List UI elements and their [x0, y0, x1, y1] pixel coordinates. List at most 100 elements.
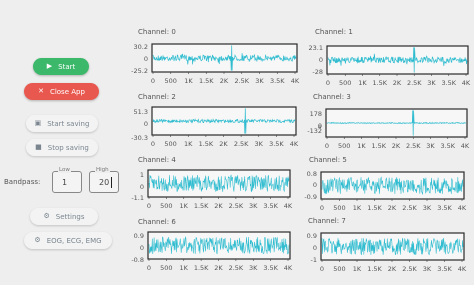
channel-2-x-tick-label: 3K — [255, 140, 264, 148]
channel-plots: Channel: 030.20-25.20 500 1K 1.5K 2K 2.5K 3K 3.… — [131, 28, 471, 273]
channel-0-x-tick-label: 1.5K — [199, 77, 214, 85]
channel-2-y-tick-label: 51.3 — [134, 108, 148, 116]
channel-3-x-tick-label: 3.5K — [440, 142, 455, 150]
channel-3-x-tick-label: 4K — [461, 142, 470, 150]
channel-5-x-tick-label: 2K — [388, 204, 397, 212]
channel-4-y-tick-label: -1.1 — [131, 194, 144, 202]
channel-1-x-tick-label: 3K — [427, 79, 436, 87]
channel-3-title: Channel: 3 — [313, 93, 351, 101]
channel-1-title: Channel: 1 — [315, 28, 353, 36]
channel-1-x-tick-label: 3.5K — [441, 79, 456, 87]
channel-7-x-tick-label: 1K — [353, 265, 362, 273]
channel-0-y-tick-label: 30.2 — [134, 43, 148, 51]
channel-4-x-tick-label: 1.5K — [194, 202, 209, 210]
channel-5-x-tick-label: 2.5K — [402, 204, 417, 212]
channel-2-x-tick-label: 1K — [184, 140, 193, 148]
channel-4-x-tick-label: 500 — [160, 202, 172, 210]
channel-6-title: Channel: 6 — [138, 218, 176, 226]
channel-0-x-tick-label: 1K — [184, 77, 193, 85]
channel-2-title: Channel: 2 — [138, 93, 176, 101]
channel-5-x-tick-label: 0 — [320, 204, 324, 212]
channel-7-title: Channel: 7 — [308, 217, 346, 225]
channel-1-x-tick-label: 500 — [339, 79, 351, 87]
channel-7-x-tick-label: 2.5K — [402, 265, 417, 273]
channel-1-y-tick-label: 23.1 — [309, 44, 323, 52]
channel-7-x-tick-label: 3.5K — [437, 265, 452, 273]
channel-5-x-tick-label: 500 — [333, 204, 345, 212]
channel-2-x-tick-label: 500 — [164, 140, 176, 148]
channel-6-x-tick-label: 0 — [147, 264, 151, 272]
channel-1-x-tick-label: 1K — [358, 79, 367, 87]
channel-0-x-tick-label: 2K — [220, 77, 229, 85]
channel-6-x-tick-label: 1K — [180, 264, 189, 272]
channel-0-x-tick-label: 3.5K — [270, 77, 285, 85]
channel-0-x-tick-label: 2.5K — [234, 77, 249, 85]
channel-6-x-tick-label: 1.5K — [194, 264, 209, 272]
channel-0-x-tick-label: 4K — [291, 77, 300, 85]
channel-4-x-tick-label: 3.5K — [263, 202, 278, 210]
channel-2-y-tick-label: -30.3 — [131, 134, 148, 142]
channel-5-x-tick-label: 1K — [353, 204, 362, 212]
channel-3-y-tick-label: 178 — [310, 110, 322, 118]
channel-3-x-tick-label: 1.5K — [371, 142, 386, 150]
channel-7-y-tick-label: 0 — [313, 244, 317, 252]
channel-7-x-tick-label: 500 — [333, 265, 345, 273]
channel-1-x-tick-label: 0 — [326, 79, 330, 87]
channel-1-x-tick-label: 2K — [393, 79, 402, 87]
channel-2-x-tick-label: 2.5K — [234, 140, 249, 148]
channel-5-y-tick-label: 0 — [313, 181, 317, 189]
channel-6-y-tick-label: 0.9 — [134, 232, 144, 240]
channel-7-y-tick-label: 0.9 — [307, 232, 317, 240]
channel-2-y-tick-label: 0 — [144, 120, 148, 128]
channel-5-x-tick-label: 4K — [458, 204, 467, 212]
channel-3-x-tick-label: 500 — [338, 142, 350, 150]
channel-0-x-tick-label: 0 — [151, 77, 155, 85]
channel-4-x-tick-label: 0 — [147, 202, 151, 210]
channel-6-x-tick-label: 2K — [214, 264, 223, 272]
channel-1-x-tick-label: 2.5K — [407, 79, 422, 87]
channel-7-y-tick-label: -1 — [311, 256, 317, 264]
channel-2-x-tick-label: 2K — [219, 140, 228, 148]
channel-3-x-tick-label: 2.5K — [406, 142, 421, 150]
channel-1-y-tick-label: -28 — [312, 68, 323, 76]
channel-4-y-tick-label: 1 — [140, 171, 144, 179]
channel-7-x-tick-label: 4K — [458, 265, 467, 273]
channel-6-x-tick-label: 3K — [249, 264, 258, 272]
channel-0-x-tick-label: 500 — [165, 77, 177, 85]
channel-2-x-tick-label: 1.5K — [199, 140, 214, 148]
channel-4-x-tick-label: 2K — [214, 202, 223, 210]
channel-7-x-tick-label: 0 — [320, 265, 324, 273]
channel-6-x-tick-label: 500 — [160, 264, 172, 272]
channel-6-y-tick-label: -0.8 — [131, 256, 144, 264]
channel-7-x-tick-label: 1.5K — [367, 265, 382, 273]
channel-7-x-tick-label: 3K — [423, 265, 432, 273]
channel-1-x-tick-label: 4K — [462, 79, 471, 87]
channel-0-x-tick-label: 3K — [255, 77, 264, 85]
channel-3-x-tick-label: 2K — [392, 142, 401, 150]
channel-5-x-tick-label: 1.5K — [367, 204, 382, 212]
channel-1-y-tick-label: 0 — [319, 56, 323, 64]
channel-3-x-tick-label: 3K — [426, 142, 435, 150]
channel-7-x-tick-label: 2K — [388, 265, 397, 273]
channel-2-x-tick-label: 0 — [151, 140, 155, 148]
channel-2-x-tick-label: 3.5K — [269, 140, 284, 148]
channel-3-x-tick-label: 1K — [357, 142, 366, 150]
channel-3-y-tick-superscript: 4 — [318, 125, 321, 131]
channel-1-x-tick-label: 1.5K — [372, 79, 387, 87]
channel-6-y-tick-label: 0 — [140, 244, 144, 252]
channel-4-x-tick-label: 1K — [180, 202, 189, 210]
channel-0-title: Channel: 0 — [138, 28, 176, 36]
channel-5-x-tick-label: 3K — [423, 204, 432, 212]
channel-4-x-tick-label: 3K — [249, 202, 258, 210]
channel-0-y-tick-label: -25.2 — [131, 67, 148, 75]
channel-4-title: Channel: 4 — [138, 156, 176, 164]
channel-5-x-tick-label: 3.5K — [437, 204, 452, 212]
channel-6-x-tick-label: 3.5K — [263, 264, 278, 272]
channel-3-x-tick-label: 0 — [325, 142, 329, 150]
channel-5-y-tick-label: -0.9 — [304, 193, 317, 201]
channel-5-y-tick-label: 0.8 — [307, 170, 317, 178]
channel-4-y-tick-label: 0 — [140, 183, 144, 191]
channel-0-y-tick-label: 0 — [144, 55, 148, 63]
channel-4-x-tick-label: 2.5K — [229, 202, 244, 210]
channel-6-x-tick-label: 2.5K — [229, 264, 244, 272]
